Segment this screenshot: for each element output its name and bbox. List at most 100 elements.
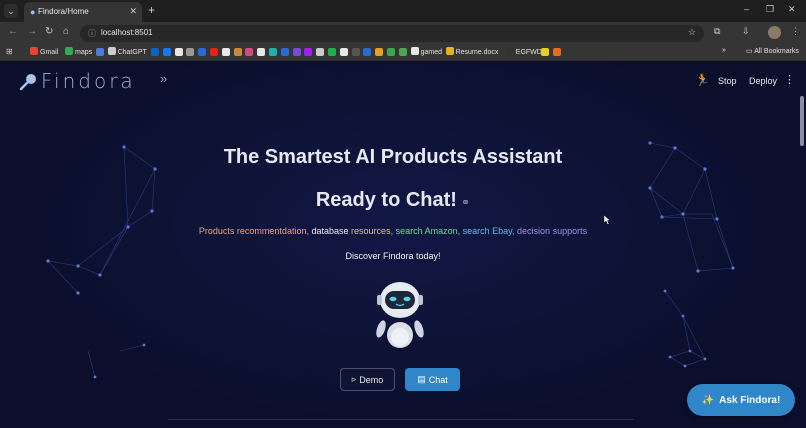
bookmark-favicon-icon[interactable] [304, 48, 313, 56]
bookmark-label: Gmail [40, 49, 59, 56]
bookmark-favicon-icon[interactable] [375, 48, 384, 56]
demo-button[interactable]: ▹ Demo [340, 368, 395, 391]
bookmark-favicon-icon[interactable] [540, 48, 549, 56]
bookmark-item[interactable]: EGFWD [505, 47, 542, 56]
bookmark-favicon-icon[interactable] [198, 48, 207, 56]
new-tab-button[interactable]: + [148, 3, 155, 17]
bookmark-favicon-icon[interactable] [328, 48, 336, 56]
logo-text: Findora [41, 69, 136, 93]
bookmark-item[interactable]: Gmail [30, 47, 58, 56]
tab-favicon-icon: ● [30, 7, 36, 17]
bookmark-favicon-icon[interactable] [210, 48, 218, 56]
chat-button[interactable]: ▤ Chat [405, 368, 460, 391]
stop-button[interactable]: Stop [718, 76, 737, 86]
bookmark-label: Resume.docx [455, 49, 499, 56]
page-scrollbar[interactable] [800, 96, 804, 146]
section-divider [168, 419, 634, 420]
bookmark-favicon-icon[interactable] [221, 48, 230, 56]
extensions-icon[interactable]: ⧉ [714, 26, 720, 37]
feature-recommendation: Products recommentdation, [198, 226, 309, 236]
app-page: Findora » 🏃 Stop Deploy ⋮ The Smartest A… [0, 61, 806, 428]
deploy-button[interactable]: Deploy [749, 76, 777, 86]
ask-findora-button[interactable]: ✨ Ask Findora! [687, 384, 795, 416]
feature-search-amazon: search Amazon, [395, 226, 461, 236]
hero-subtitle: Ready to Chat! ⚭ [0, 189, 786, 212]
chat-icon: ▤ [417, 374, 426, 384]
close-window-button[interactable]: ✕ [788, 4, 796, 15]
bookmark-favicon-icon[interactable] [339, 48, 348, 56]
mouse-cursor-icon [604, 215, 611, 225]
downloads-icon[interactable]: ⇩ [742, 26, 750, 37]
tab-close-icon[interactable]: ✕ [129, 6, 137, 17]
bookmark-label: ChatGPT [117, 49, 147, 56]
restore-button[interactable]: ❐ [766, 4, 774, 15]
running-man-icon: 🏃 [695, 73, 710, 87]
bookmarks-bar: ⊞ Gmail maps ChatGPT gamed Resume.docx EGFWD »… [0, 44, 806, 61]
bookmark-label: EGFWD [515, 49, 542, 56]
bookmark-favicon-icon[interactable] [351, 48, 360, 56]
bookmark-favicon-icon [65, 47, 73, 55]
reload-icon[interactable]: ↻ [45, 26, 53, 37]
bookmark-favicon-icon[interactable] [174, 48, 183, 56]
browser-tab[interactable]: ● Findora/Home ✕ [24, 2, 142, 22]
bookmark-favicon-icon[interactable] [151, 48, 159, 56]
bookmark-item[interactable]: ChatGPT [107, 47, 147, 56]
search-magnifier-icon [19, 71, 39, 91]
bookmark-favicon-icon[interactable] [280, 48, 289, 56]
bookmark-favicon-icon[interactable] [162, 48, 171, 56]
bookmark-favicon-icon[interactable] [233, 48, 242, 56]
feature-resources: resources, [351, 226, 394, 236]
bookmark-favicon-icon [505, 47, 514, 55]
feature-search-ebay: search Ebay, [462, 226, 515, 236]
url-text: localhost:8501 [101, 28, 153, 37]
home-icon[interactable]: ⌂ [63, 26, 69, 37]
more-bookmarks-icon[interactable]: » [722, 47, 726, 54]
bookmark-favicon-icon[interactable] [245, 48, 254, 56]
all-bookmarks-label: All Bookmarks [754, 48, 799, 55]
network-background [46, 141, 735, 379]
bookmark-favicon-icon [30, 47, 38, 55]
profile-avatar[interactable] [768, 26, 781, 39]
bookmark-item[interactable]: gamed [410, 47, 442, 56]
bookmark-favicon-icon[interactable] [257, 48, 266, 56]
chat-label: Chat [428, 374, 448, 385]
all-bookmarks-button[interactable]: ▭ All Bookmarks [746, 47, 799, 55]
bookmark-favicon-icon[interactable] [95, 48, 104, 56]
bookmark-favicon-icon[interactable] [186, 48, 195, 56]
bookmark-item[interactable]: maps [65, 47, 92, 56]
browser-menu-icon[interactable]: ⋮ [791, 26, 800, 37]
tab-title: Findora/Home [38, 7, 89, 16]
ask-findora-label: Ask Findora! [719, 394, 781, 406]
bookmark-favicon-icon[interactable] [269, 48, 277, 56]
browser-tab-bar: ⌄ ● Findora/Home ✕ + – ❐ ✕ [0, 0, 806, 22]
bookmark-favicon-icon [107, 47, 116, 55]
play-icon: ▹ [351, 374, 357, 384]
minimize-button[interactable]: – [744, 4, 749, 14]
address-bar[interactable]: ⓘ localhost:8501 ☆ [80, 25, 704, 42]
tab-search-button[interactable]: ⌄ [4, 4, 18, 18]
expand-sidebar-icon[interactable]: » [160, 71, 167, 86]
bookmark-star-icon[interactable]: ☆ [688, 27, 696, 38]
back-icon[interactable]: ← [8, 26, 18, 37]
features-line: Products recommentdation, database resou… [0, 226, 786, 236]
bookmark-favicon-icon[interactable] [316, 48, 325, 56]
main-menu-icon[interactable]: ⋮ [784, 73, 795, 86]
site-info-icon[interactable]: ⓘ [88, 28, 96, 39]
bookmark-favicon-icon[interactable] [398, 48, 407, 56]
sparkles-icon: ✨ [701, 394, 715, 406]
bookmark-favicon-icon[interactable] [552, 48, 561, 56]
bookmark-favicon-icon[interactable] [363, 48, 372, 56]
browser-toolbar: ← → ↻ ⌂ ⓘ localhost:8501 ☆ ⧉ ⇩ ⋮ [0, 22, 806, 44]
apps-grid-icon[interactable]: ⊞ [6, 47, 13, 56]
folder-icon: ▭ [746, 48, 755, 55]
forward-icon[interactable]: → [27, 26, 37, 37]
page-title: The Smartest AI Products Assistant [223, 146, 563, 168]
findora-logo[interactable]: Findora [19, 69, 136, 93]
feature-decision-supports: decision supports [517, 226, 588, 236]
bookmark-label: maps [75, 49, 93, 56]
bookmark-item[interactable]: Resume.docx [445, 47, 499, 56]
bookmark-favicon-icon [410, 47, 419, 55]
bookmark-favicon-icon[interactable] [387, 48, 395, 56]
bookmark-favicon-icon[interactable] [292, 48, 301, 56]
anchor-link-icon[interactable]: ⚭ [461, 197, 470, 209]
